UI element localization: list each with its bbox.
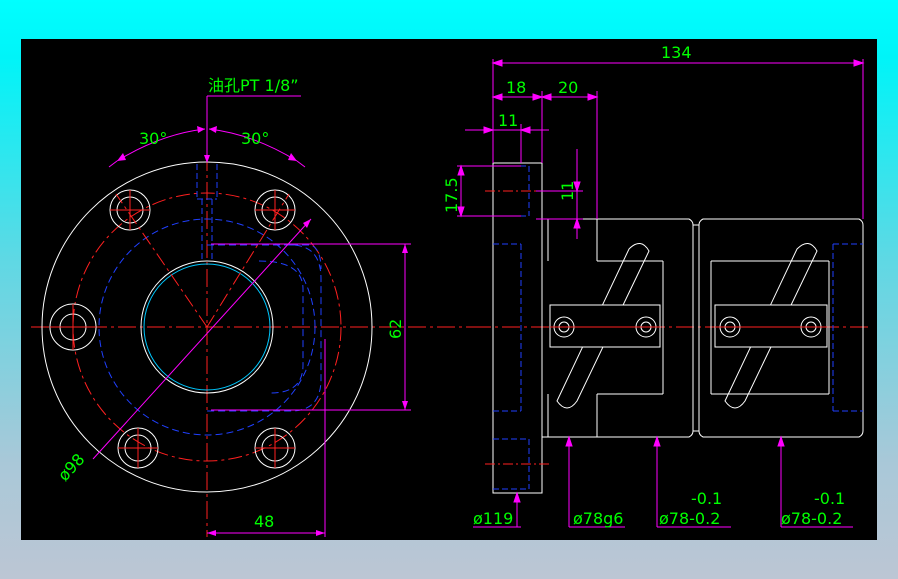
flange-plate [492, 162, 543, 494]
angle-label-left: 30° [139, 129, 167, 148]
diameter-119-label: ø119 [473, 509, 513, 528]
diameter-78g6-label: ø78g6 [573, 509, 623, 528]
side-view: 134 18 20 11 17.5 11 ø119 ø78g6 -0.1 ø78… [442, 43, 869, 528]
dimension-17-5-label: 17.5 [442, 177, 461, 213]
dimension-134-label: 134 [661, 43, 692, 62]
radial-centerline-right [206, 193, 290, 328]
technical-drawing: 油孔PT 1/8” 30° 30° 62 48 ø98 134 18 20 11… [31, 43, 869, 537]
oil-hole-note: 油孔PT 1/8” [208, 76, 299, 95]
dimension-48-label: 48 [254, 512, 274, 531]
bolt-hole-left [49, 303, 97, 351]
diameter-78-tolerance-2-upper: -0.1 [814, 489, 845, 508]
pin-bar-1 [549, 304, 661, 348]
dimension-134 [491, 59, 865, 219]
bolt-hole-bottom-left [117, 427, 159, 469]
cad-drawing-canvas: 油孔PT 1/8” 30° 30° 62 48 ø98 134 18 20 11… [21, 39, 877, 540]
diameter-98-label: ø98 [54, 450, 88, 485]
radial-centerline-left [115, 193, 208, 328]
diameter-78-tolerance-1-upper: -0.1 [691, 489, 722, 508]
dimension-20-label: 20 [558, 78, 578, 97]
angle-label-right: 30° [241, 129, 269, 148]
diameter-78-tolerance-1-lower: ø78-0.2 [659, 509, 720, 528]
dimension-62-label: 62 [386, 319, 405, 339]
diameter-78-tolerance-2-lower: ø78-0.2 [781, 509, 842, 528]
bolt-hole-bottom-right [254, 427, 296, 469]
bolt-hole-top-left [109, 189, 151, 231]
dimension-11-horizontal-label: 11 [498, 111, 518, 130]
dimension-11-vertical-label: 11 [558, 181, 577, 201]
bolt-hole-top-right [254, 189, 296, 231]
hidden-return-channel [207, 244, 322, 412]
dimension-18-label: 18 [506, 78, 526, 97]
pin-bar-2 [714, 304, 828, 348]
front-view: 油孔PT 1/8” 30° 30° 62 48 ø98 [31, 76, 476, 537]
